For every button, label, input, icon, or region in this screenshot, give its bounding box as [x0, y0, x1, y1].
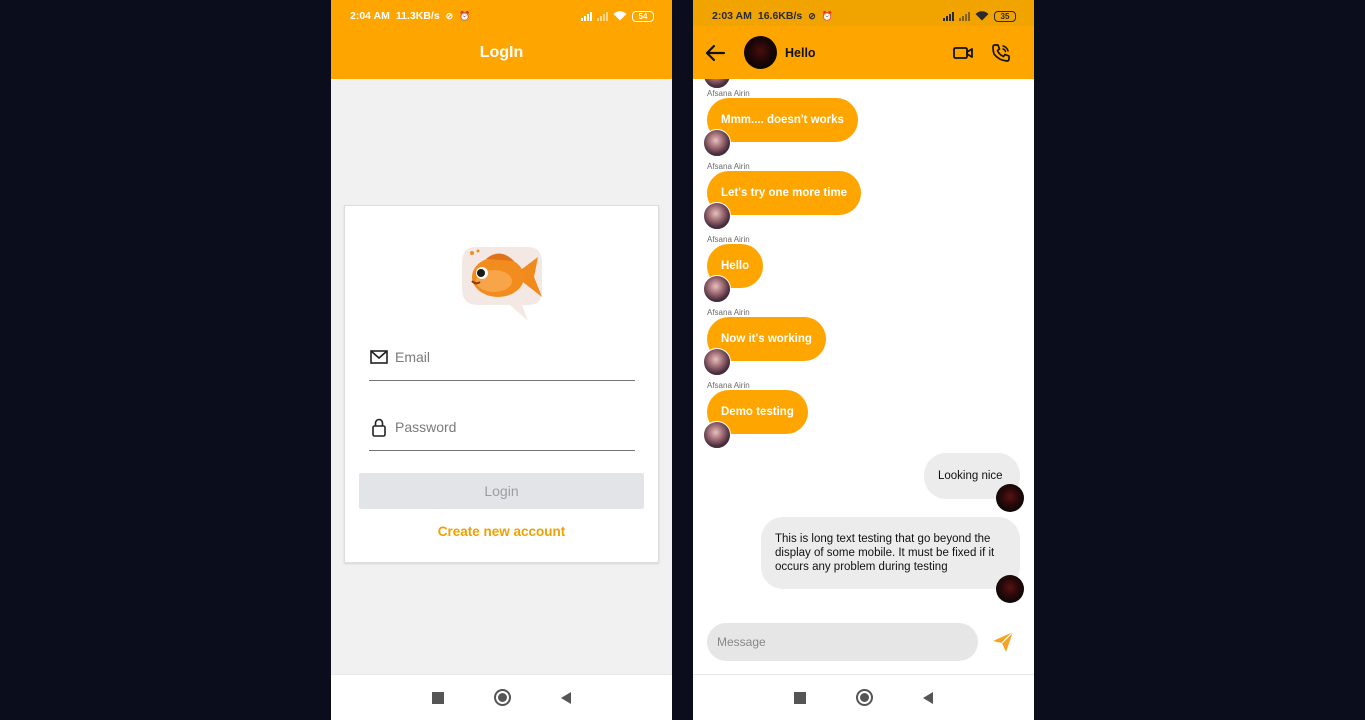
outgoing-message[interactable]: This is long text testing that go beyond…	[761, 517, 1020, 589]
alarm-icon: ⏰	[821, 10, 833, 21]
back-button[interactable]	[923, 691, 933, 704]
sender-name: Afsana Airin	[707, 162, 750, 171]
status-bar: 2:04 AM 11.3KB/s ⊘ ⏰ 54	[331, 0, 672, 32]
signal-icon-2	[959, 11, 970, 21]
network-speed: 16.6KB/s	[757, 10, 803, 22]
login-screen: 2:04 AM 11.3KB/s ⊘ ⏰ 54 LogIn Email Pass…	[331, 0, 672, 720]
battery-icon: 54	[632, 10, 654, 22]
sender-name: Afsana Airin	[707, 235, 750, 244]
page-title: LogIn	[479, 44, 524, 61]
contact-avatar[interactable]	[744, 36, 777, 69]
signal-icon	[943, 11, 954, 21]
create-account-link[interactable]: Create new account	[345, 524, 658, 539]
status-time: 2:04 AM	[350, 10, 390, 22]
message-input[interactable]: Message	[707, 623, 978, 661]
recents-button[interactable]	[432, 691, 444, 704]
sender-avatar	[703, 202, 731, 230]
system-nav-bar	[331, 674, 672, 720]
back-button[interactable]	[561, 691, 571, 704]
my-avatar	[996, 484, 1024, 512]
message-list[interactable]: Afsana Airin Mmm.... doesn't works Afsan…	[693, 79, 1034, 611]
email-field[interactable]: Email	[369, 337, 635, 381]
wifi-icon	[613, 11, 627, 21]
sender-avatar	[703, 421, 731, 449]
sender-name: Afsana Airin	[707, 89, 750, 98]
sender-avatar	[703, 79, 731, 89]
recents-button[interactable]	[794, 691, 806, 704]
chat-header: Hello	[693, 26, 1034, 79]
sender-avatar	[703, 129, 731, 157]
status-time: 2:03 AM	[712, 10, 752, 22]
back-arrow-icon[interactable]	[704, 42, 726, 64]
sender-name: Afsana Airin	[707, 381, 750, 390]
sender-avatar	[703, 275, 731, 303]
phone-call-icon[interactable]	[990, 42, 1012, 64]
mail-icon	[370, 349, 388, 364]
login-card: Email Password Login Create new account	[344, 205, 659, 563]
my-avatar	[996, 575, 1024, 603]
login-button[interactable]: Login	[359, 473, 644, 509]
video-call-icon[interactable]	[952, 42, 974, 64]
sender-name: Afsana Airin	[707, 308, 750, 317]
goldfish-logo	[462, 247, 542, 321]
message-placeholder: Message	[717, 635, 766, 649]
lock-icon	[372, 418, 386, 437]
signal-icon-2	[597, 11, 608, 21]
wifi-icon	[975, 11, 989, 21]
chat-screen: 2:03 AM 16.6KB/s ⊘ ⏰ 35 Hello Afsana Air…	[693, 0, 1034, 720]
sender-avatar	[703, 348, 731, 376]
mute-icon: ⊘	[445, 10, 454, 21]
contact-name[interactable]: Hello	[785, 46, 816, 60]
password-field[interactable]: Password	[369, 407, 635, 451]
send-icon[interactable]	[991, 630, 1015, 654]
password-placeholder: Password	[395, 418, 457, 435]
home-button[interactable]	[494, 689, 511, 706]
home-button[interactable]	[856, 689, 873, 706]
battery-icon: 35	[994, 10, 1016, 22]
signal-icon	[581, 11, 592, 21]
network-speed: 11.3KB/s	[395, 10, 440, 22]
email-placeholder: Email	[395, 348, 431, 365]
incoming-message[interactable]: Let's try one more time	[707, 171, 862, 215]
system-nav-bar	[693, 674, 1034, 720]
incoming-message[interactable]: Mmm.... doesn't works	[707, 98, 858, 142]
mute-icon: ⊘	[808, 10, 816, 21]
alarm-icon: ⏰	[459, 10, 471, 21]
